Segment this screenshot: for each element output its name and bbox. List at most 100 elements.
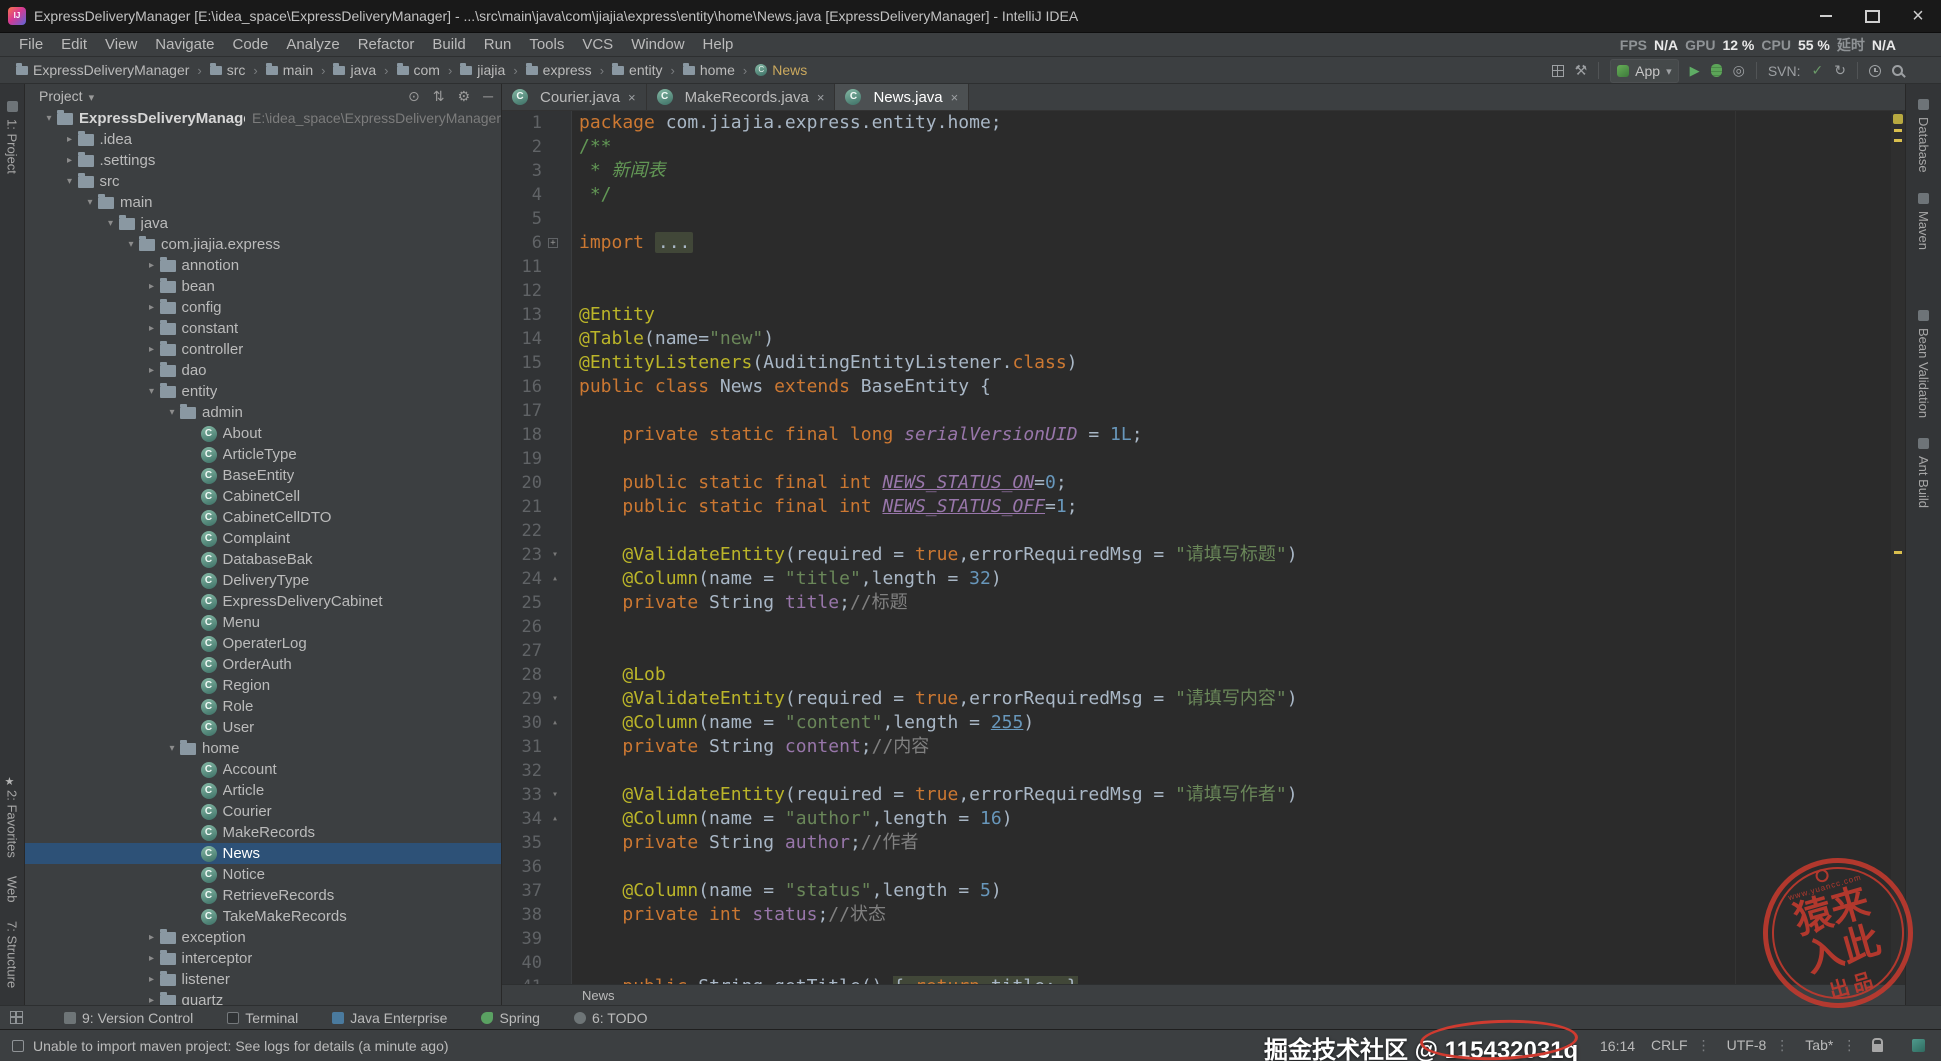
tree-item-baseentity[interactable]: BaseEntity — [25, 465, 501, 486]
menu-run[interactable]: Run — [475, 36, 521, 53]
fold-marker-icon[interactable] — [552, 711, 558, 735]
tree-item-about[interactable]: About — [25, 423, 501, 444]
tree-chevron-icon[interactable] — [144, 318, 160, 339]
editor-breadcrumb-item[interactable]: News — [582, 988, 615, 1003]
breadcrumb-item[interactable]: home — [681, 61, 737, 79]
menu-analyze[interactable]: Analyze — [277, 36, 348, 53]
tree-item-cabinetcelldto[interactable]: CabinetCellDTO — [25, 507, 501, 528]
tree-item-bean[interactable]: bean — [25, 276, 501, 297]
tree-item-orderauth[interactable]: OrderAuth — [25, 654, 501, 675]
fold-marker-icon[interactable] — [552, 807, 558, 831]
fold-marker-icon[interactable] — [552, 783, 558, 807]
tree-item-menu[interactable]: Menu — [25, 612, 501, 633]
editor-tab[interactable]: News.java — [835, 84, 969, 110]
menu-build[interactable]: Build — [423, 36, 474, 53]
code-area[interactable]: 1package com.jiajia.express.entity.home;… — [502, 111, 1905, 984]
indent-selector[interactable]: Tab* — [1805, 1037, 1856, 1054]
debug-button[interactable] — [1711, 64, 1722, 77]
lock-icon[interactable] — [1872, 1044, 1883, 1052]
warning-stripe-mark[interactable] — [1894, 129, 1902, 132]
menu-navigate[interactable]: Navigate — [146, 36, 223, 53]
tree-item-deliverytype[interactable]: DeliveryType — [25, 570, 501, 591]
tree-item-annotion[interactable]: annotion — [25, 255, 501, 276]
vcs-update-icon[interactable] — [1834, 57, 1846, 84]
tree-item-com.jiajia.express[interactable]: com.jiajia.express — [25, 234, 501, 255]
fold-marker-icon[interactable] — [552, 543, 558, 567]
tool-button-ant-build[interactable]: Ant Build — [1916, 427, 1931, 517]
tree-chevron-icon[interactable] — [164, 738, 180, 759]
menu-help[interactable]: Help — [694, 36, 743, 53]
tree-chevron-icon[interactable] — [144, 297, 160, 318]
tree-chevron-icon[interactable] — [144, 927, 160, 948]
breadcrumb-item[interactable]: News — [753, 61, 809, 79]
encoding-selector[interactable]: UTF-8 — [1727, 1037, 1790, 1054]
tree-item-dao[interactable]: dao — [25, 360, 501, 381]
coverage-icon[interactable] — [1733, 57, 1745, 84]
tree-item-region[interactable]: Region — [25, 675, 501, 696]
indicator-square-icon[interactable] — [1912, 1039, 1925, 1052]
inspection-status-icon[interactable] — [1893, 114, 1903, 124]
tool-button-maven[interactable]: Maven — [1916, 182, 1931, 259]
tree-chevron-icon[interactable] — [144, 255, 160, 276]
tree-item-articletype[interactable]: ArticleType — [25, 444, 501, 465]
tree-item-.settings[interactable]: .settings — [25, 150, 501, 171]
tree-chevron-icon[interactable] — [144, 969, 160, 990]
tree-item-controller[interactable]: controller — [25, 339, 501, 360]
fold-marker-icon[interactable] — [552, 687, 558, 711]
menu-window[interactable]: Window — [622, 36, 693, 53]
bottom-tool-spring[interactable]: Spring — [481, 1010, 539, 1026]
tree-item-entity[interactable]: entity — [25, 381, 501, 402]
sort-icon[interactable] — [433, 88, 445, 105]
menu-refactor[interactable]: Refactor — [349, 36, 424, 53]
tree-item-retrieverecords[interactable]: RetrieveRecords — [25, 885, 501, 906]
tree-chevron-icon[interactable] — [144, 360, 160, 381]
folded-region[interactable]: ... — [655, 232, 694, 253]
tree-chevron-icon[interactable] — [144, 948, 160, 969]
caret-position[interactable]: 16:14 — [1600, 1038, 1635, 1054]
bottom-tool-vcs[interactable]: 9: Version Control — [64, 1010, 193, 1026]
fold-marker-icon[interactable] — [548, 238, 558, 248]
menu-file[interactable]: File — [10, 36, 52, 53]
tree-chevron-icon[interactable] — [144, 990, 160, 1005]
chevron-down-icon[interactable] — [83, 88, 95, 104]
editor-tab[interactable]: Courier.java — [502, 84, 647, 110]
minimize-button[interactable] — [1803, 0, 1849, 33]
tree-item-config[interactable]: config — [25, 297, 501, 318]
bottom-tool-todo[interactable]: 6: TODO — [574, 1010, 648, 1026]
tree-item-.idea[interactable]: .idea — [25, 129, 501, 150]
tool-button-bean-validation[interactable]: Bean Validation — [1916, 299, 1931, 427]
tree-item-cabinetcell[interactable]: CabinetCell — [25, 486, 501, 507]
tree-item-expressdeliverymanager[interactable]: ExpressDeliveryManagerE:\idea_space\Expr… — [25, 108, 501, 129]
tree-item-takemakerecords[interactable]: TakeMakeRecords — [25, 906, 501, 927]
tool-button-database[interactable]: Database — [1916, 88, 1931, 182]
tool-button-structure[interactable]: 7: Structure — [5, 912, 20, 997]
breadcrumb-item[interactable]: express — [524, 61, 594, 79]
vcs-commit-icon[interactable] — [1812, 57, 1824, 84]
breadcrumb-item[interactable]: main — [264, 61, 315, 79]
tree-chevron-icon[interactable] — [62, 150, 78, 171]
build-project-icon[interactable] — [1575, 57, 1588, 84]
warning-stripe-mark[interactable] — [1894, 139, 1902, 142]
tree-item-interceptor[interactable]: interceptor — [25, 948, 501, 969]
tool-button-project[interactable]: 1: Project — [5, 90, 20, 183]
tree-item-exception[interactable]: exception — [25, 927, 501, 948]
tool-button-web[interactable]: Web — [5, 867, 20, 912]
diff-viewer-icon[interactable] — [1552, 65, 1564, 77]
breadcrumb-item[interactable]: com — [395, 61, 442, 79]
run-config-selector[interactable]: App — [1610, 59, 1678, 83]
editor-tab[interactable]: MakeRecords.java — [647, 84, 836, 110]
close-icon[interactable] — [817, 90, 825, 105]
menu-tools[interactable]: Tools — [520, 36, 573, 53]
tree-chevron-icon[interactable] — [103, 213, 119, 234]
tree-item-article[interactable]: Article — [25, 780, 501, 801]
tree-chevron-icon[interactable] — [144, 381, 160, 402]
tree-item-role[interactable]: Role — [25, 696, 501, 717]
search-everywhere-icon[interactable] — [1892, 65, 1903, 76]
tree-item-complaint[interactable]: Complaint — [25, 528, 501, 549]
warning-stripe-mark[interactable] — [1894, 551, 1902, 554]
bottom-tool-terminal[interactable]: Terminal — [227, 1010, 298, 1026]
tree-item-notice[interactable]: Notice — [25, 864, 501, 885]
breadcrumb-item[interactable]: java — [331, 61, 378, 79]
tree-item-expressdeliverycabinet[interactable]: ExpressDeliveryCabinet — [25, 591, 501, 612]
hide-panel-icon[interactable] — [483, 88, 493, 104]
